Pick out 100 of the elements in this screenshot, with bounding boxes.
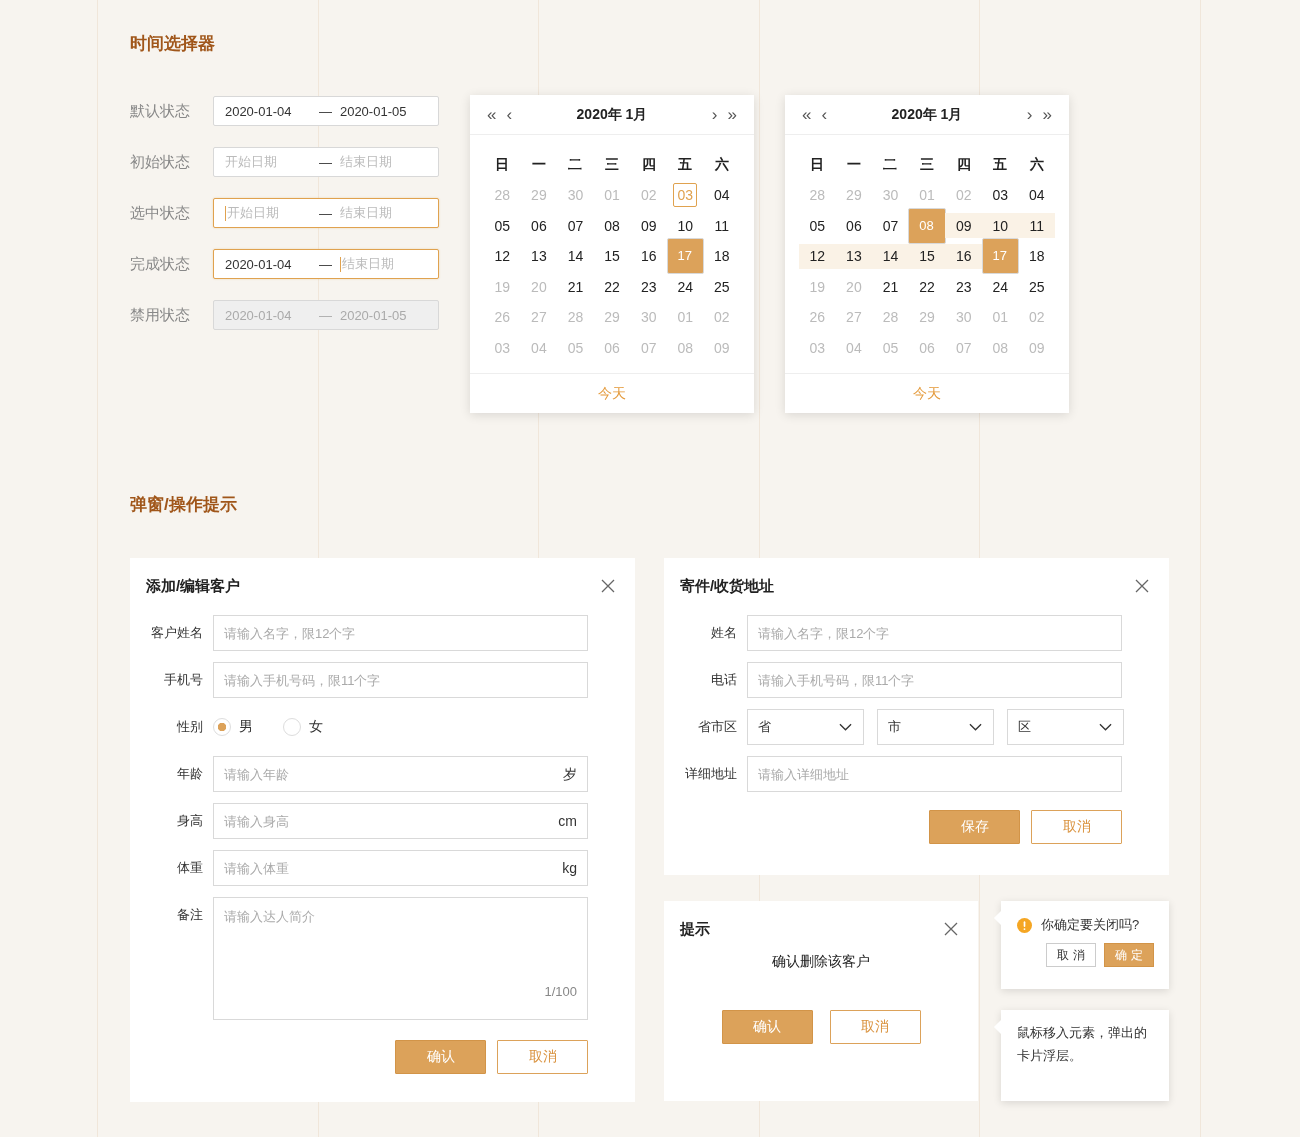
calendar-day[interactable]: 13 [841,244,866,269]
calendar-day[interactable]: 10 [988,213,1013,238]
calendar-day[interactable]: 22 [600,274,625,299]
calendar-day[interactable]: 06 [841,213,866,238]
dialog-title: 添加/编辑客户 [146,576,241,596]
close-icon[interactable] [944,922,958,937]
calendar-day[interactable]: 23 [636,274,661,299]
calendar-day[interactable]: 05 [805,213,830,238]
calendar-title: 2020年 1月 [890,105,964,124]
calendar-day[interactable]: 06 [526,213,551,238]
field-label: 省市区 [697,718,738,737]
calendar-day[interactable]: 12 [490,244,515,269]
range-separator: — [318,103,333,119]
date-range-field[interactable]: 开始日期 — 结束日期 [212,198,439,228]
calendar-day[interactable]: 25 [1024,274,1049,299]
weekday-label: 日 [494,155,511,174]
popover-text: 鼠标移入元素，弹出的卡片浮层。 [1017,1024,1148,1066]
field-label: 禁用状态 [130,305,191,325]
calendar-day[interactable]: 18 [1024,244,1049,269]
calendar-day[interactable]: 07 [563,213,588,238]
input-field[interactable]: 请输入详细地址 [747,756,1122,793]
date-placeholder: 结束日期 [339,153,392,171]
weekday-label: 三 [919,155,936,174]
weekday-label: 五 [677,155,694,174]
calendar-day[interactable]: 03 [988,183,1013,208]
prev-year-button[interactable]: « [482,104,502,125]
calendar-day[interactable]: 12 [805,244,830,269]
calendar-day[interactable]: 11 [1024,213,1049,238]
weekday-label: 六 [1028,155,1045,174]
weekday-label: 三 [604,155,621,174]
calendar-day[interactable]: 24 [988,274,1013,299]
calendar-day[interactable]: 08 [600,213,625,238]
field-label: 完成状态 [130,254,191,274]
prev-month-button[interactable]: ‹ [501,104,518,125]
range-separator: — [318,256,333,272]
weekday-label: 二 [882,155,899,174]
prev-year-button[interactable]: « [797,104,817,125]
calendar-day[interactable]: 07 [878,213,903,238]
input-field[interactable]: 请输入手机号码，限11个字 [747,662,1122,699]
radio-option[interactable]: 男 [213,718,253,737]
date-range-field[interactable]: 2020-01-04 — 2020-01-05 [212,96,439,126]
section-title: 弹窗/操作提示 [130,494,237,517]
date-range-field[interactable]: 开始日期 — 结束日期 [212,147,439,177]
close-icon[interactable] [1135,579,1149,594]
date-placeholder: 结束日期 [339,204,392,222]
calendar-day[interactable]: 14 [563,244,588,269]
calendar-day[interactable]: 14 [878,244,903,269]
date-range-field[interactable]: 2020-01-04 — 结束日期 [212,249,439,279]
character-count: 1/100 [544,984,577,1000]
calendar-day[interactable]: 16 [951,244,976,269]
range-separator: — [318,154,333,170]
calendar-day[interactable]: 09 [951,213,976,238]
field-label: 性别 [176,718,204,737]
select-field[interactable]: 区 [1007,709,1124,746]
date-value: 2020-01-04 [224,256,292,272]
field-label: 电话 [710,671,738,690]
calendar-day[interactable]: 10 [673,213,698,238]
range-separator: — [318,307,333,323]
calendar-day[interactable]: 18 [709,244,734,269]
radio-option[interactable]: 女 [283,718,323,737]
date-value: 2020-01-05 [339,307,407,323]
next-month-button[interactable]: › [706,104,723,125]
input-field[interactable]: 请输入手机号码，限11个字 [213,662,588,699]
calendar-day[interactable]: 15 [915,244,940,269]
cancel-button[interactable]: 取 消 [1046,943,1096,968]
close-icon[interactable] [601,579,615,594]
calendar-day[interactable]: 23 [951,274,976,299]
input-field[interactable]: 请输入名字，限12个字 [213,615,588,652]
weekday-label: 一 [530,155,547,174]
input-field[interactable]: 请输入名字，限12个字 [747,615,1122,652]
next-year-button[interactable]: » [1037,104,1057,125]
select-value: 区 [1018,718,1031,737]
calendar-day[interactable]: 05 [490,213,515,238]
calendar-day[interactable]: 11 [709,213,734,238]
calendar-day[interactable]: 25 [709,274,734,299]
select-field[interactable]: 省 [747,709,864,746]
next-month-button[interactable]: › [1021,104,1038,125]
calendar-day[interactable]: 09 [636,213,661,238]
date-placeholder: 开始日期 [224,153,277,171]
select-field[interactable]: 市 [877,709,994,746]
field-label: 默认状态 [130,101,191,121]
weekday-label: 五 [992,155,1009,174]
calendar-day[interactable]: 13 [526,244,551,269]
calendar-day[interactable]: 04 [709,183,734,208]
section-title: 时间选择器 [130,33,215,55]
calendar-day[interactable]: 15 [600,244,625,269]
date-value: 2020-01-04 [224,307,292,323]
next-year-button[interactable]: » [722,104,742,125]
weekday-label: 四 [955,155,972,174]
range-separator: — [318,205,333,221]
calendar-day[interactable]: 04 [1024,183,1049,208]
calendar-day[interactable]: 16 [636,244,661,269]
calendar-day[interactable]: 22 [915,274,940,299]
weekday-label: 一 [845,155,862,174]
field-label: 手机号 [163,671,204,690]
calendar-day[interactable]: 24 [673,274,698,299]
prev-month-button[interactable]: ‹ [816,104,833,125]
calendar-day[interactable]: 21 [878,274,903,299]
calendar-day[interactable]: 21 [563,274,588,299]
select-value: 市 [888,718,901,737]
